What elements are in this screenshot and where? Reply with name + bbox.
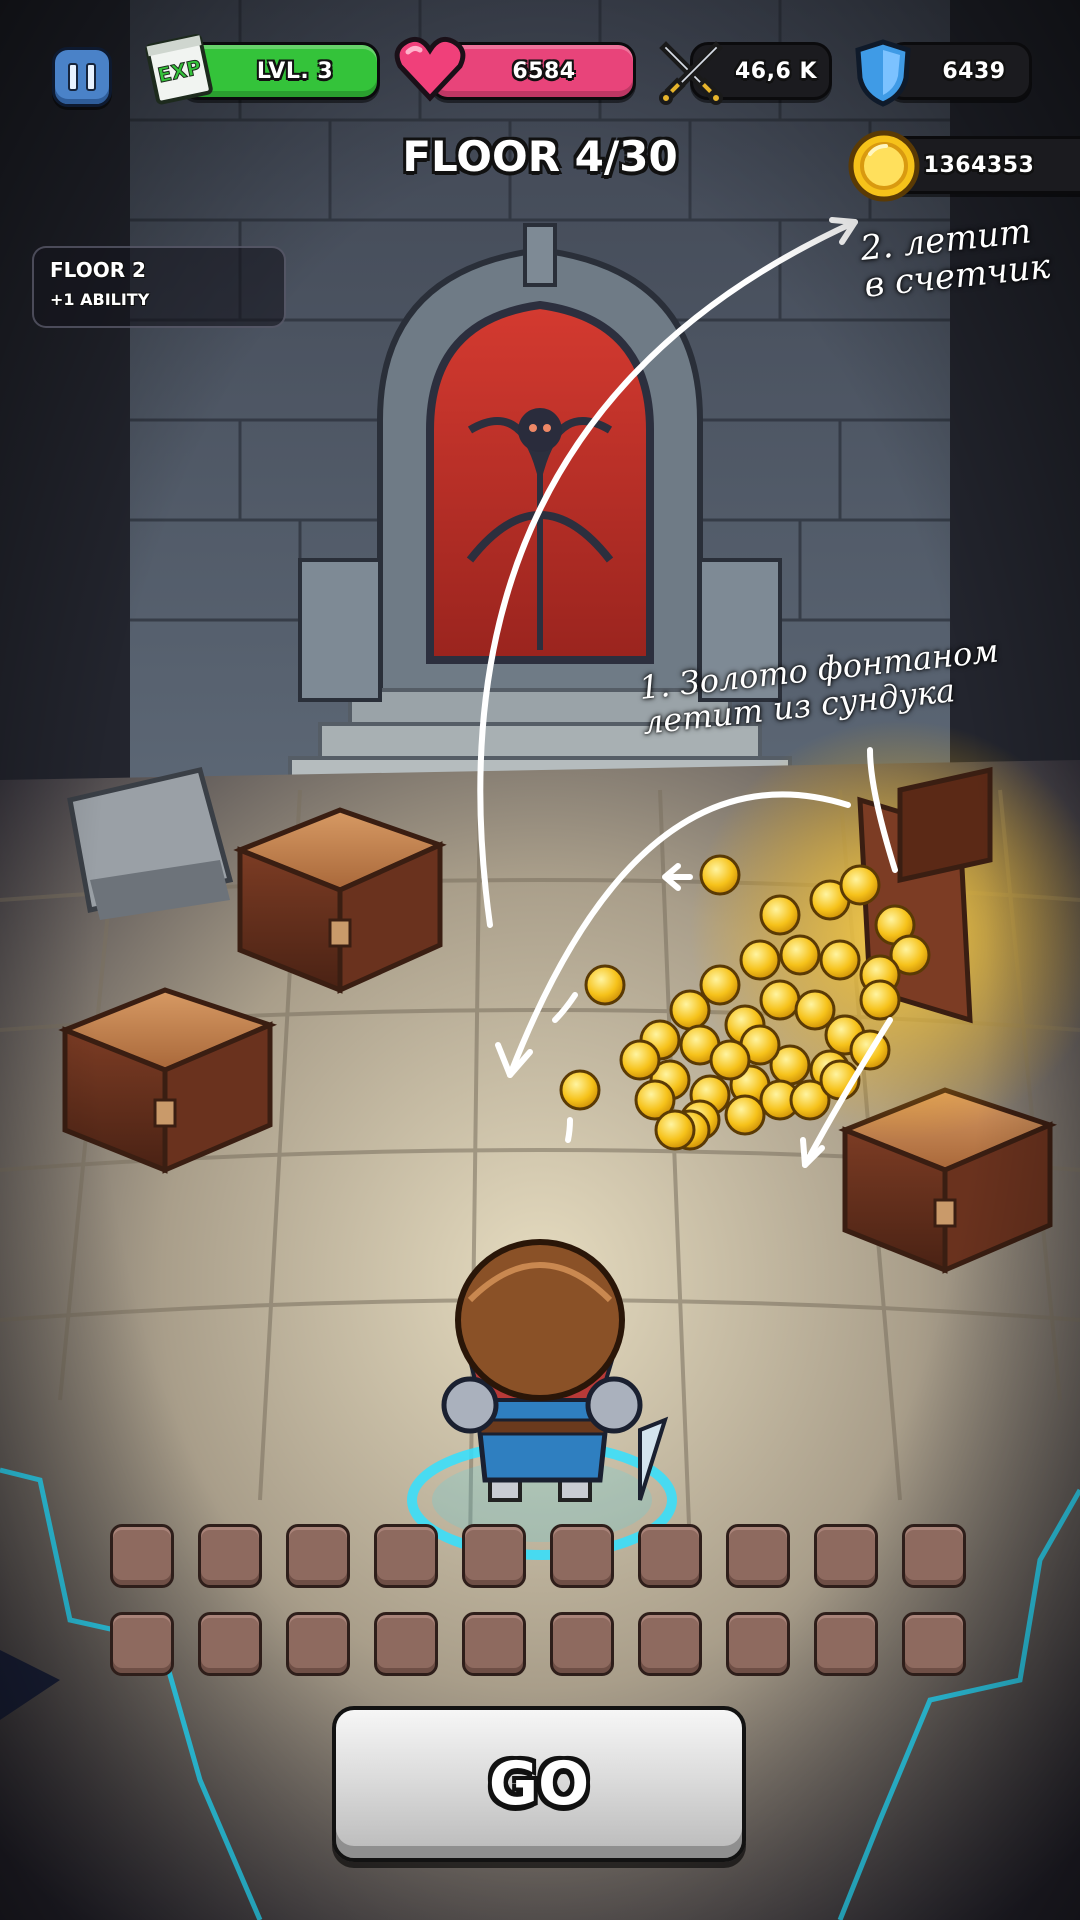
inventory-slot[interactable] (902, 1612, 966, 1676)
inventory-slot[interactable] (550, 1524, 614, 1588)
inventory-slot[interactable] (462, 1524, 526, 1588)
crossed-swords-icon (656, 36, 726, 106)
inventory-slot[interactable] (374, 1524, 438, 1588)
pause-bar-left (68, 63, 78, 91)
inventory-slot[interactable] (374, 1612, 438, 1676)
inventory-slot[interactable] (198, 1524, 262, 1588)
inventory-slot[interactable] (638, 1612, 702, 1676)
inventory-slot[interactable] (726, 1612, 790, 1676)
pause-button[interactable] (52, 47, 112, 107)
exp-scroll-icon: EXP (144, 30, 216, 108)
inventory-slot[interactable] (814, 1524, 878, 1588)
floor-info-floor: FLOOR 2 (50, 258, 146, 282)
inventory-slot[interactable] (198, 1612, 262, 1676)
inventory-slots (110, 1524, 970, 1684)
inventory-slot[interactable] (638, 1524, 702, 1588)
game-screen: LVL. 3 EXP 6584 46,6 K 6439 1364353 FLOO… (0, 0, 1080, 1920)
inventory-slot[interactable] (726, 1524, 790, 1588)
heart-icon (394, 36, 466, 102)
floor-info-panel: FLOOR 2 +1 ABILITY (32, 246, 286, 328)
inventory-slot[interactable] (286, 1612, 350, 1676)
inventory-slot[interactable] (814, 1612, 878, 1676)
inventory-slot[interactable] (110, 1612, 174, 1676)
go-button[interactable]: GO (332, 1706, 746, 1862)
inventory-slot[interactable] (110, 1524, 174, 1588)
pause-bar-right (86, 63, 96, 91)
inventory-slot[interactable] (550, 1612, 614, 1676)
inventory-slot[interactable] (902, 1524, 966, 1588)
floor-info-reward: +1 ABILITY (50, 290, 150, 309)
inventory-slot[interactable] (286, 1524, 350, 1588)
gold-coin-icon (846, 128, 922, 204)
go-button-label: GO (488, 1749, 590, 1819)
inventory-slot[interactable] (462, 1612, 526, 1676)
floor-progress-title: FLOOR 4/30 (402, 132, 678, 181)
shield-icon (852, 38, 914, 108)
